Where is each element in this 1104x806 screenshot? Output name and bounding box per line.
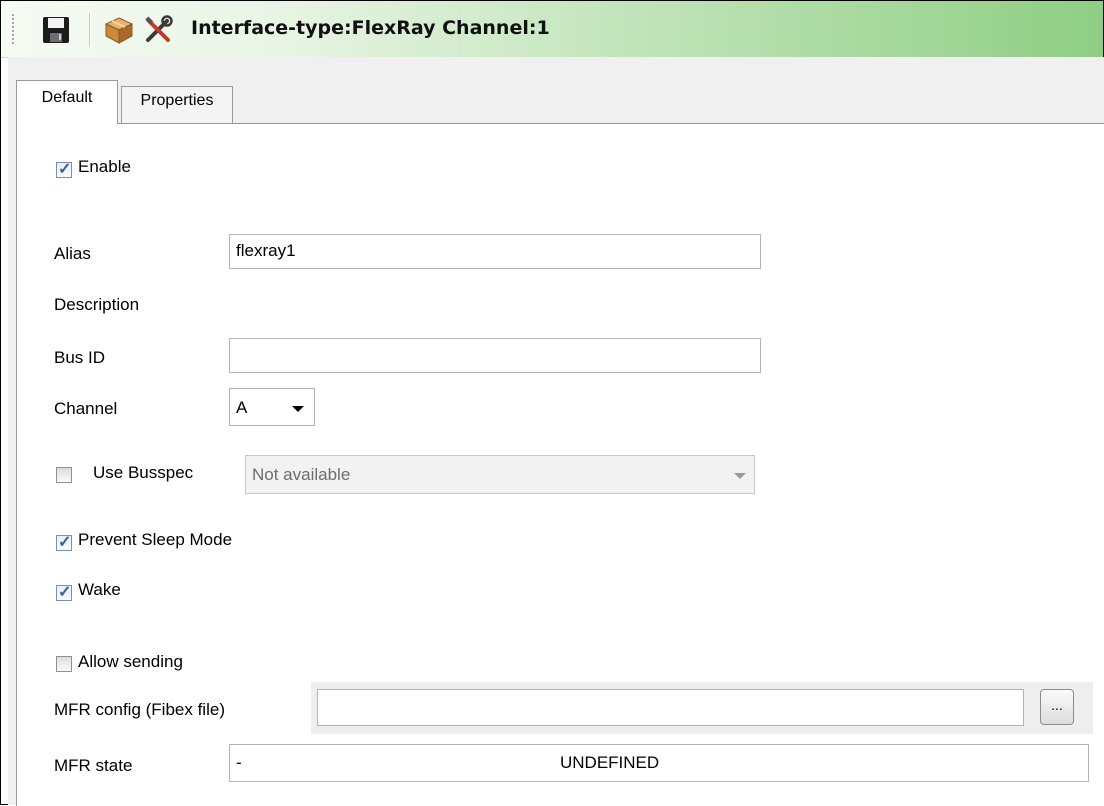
check-icon: ✓ — [58, 584, 72, 601]
use-busspec-checkbox[interactable] — [56, 467, 72, 483]
toolbar-separator — [89, 13, 90, 47]
toolbar-grip[interactable] — [11, 13, 15, 45]
use-busspec-label: Use Busspec — [93, 463, 194, 482]
prevent-sleep-label: Prevent Sleep Mode — [78, 530, 233, 549]
window-title: Interface-type:FlexRay Channel:1 — [191, 17, 550, 39]
channel-select-value: A — [236, 398, 248, 417]
toolbar: Interface-type:FlexRay Channel:1 — [1, 1, 1103, 58]
bus-id-label: Bus ID — [54, 348, 106, 367]
alias-label: Alias — [54, 244, 91, 263]
alias-input[interactable]: flexray1 — [229, 234, 761, 269]
save-icon[interactable] — [41, 15, 71, 45]
check-icon: ✓ — [58, 161, 72, 178]
bus-id-input[interactable] — [229, 338, 761, 373]
wake-checkbox[interactable]: ✓ — [56, 584, 72, 601]
wake-label: Wake — [78, 580, 121, 599]
channel-label: Channel — [54, 399, 118, 418]
browse-button[interactable]: ... — [1040, 689, 1074, 725]
busspec-select[interactable]: Not available — [245, 455, 755, 494]
enable-checkbox[interactable]: ✓ — [56, 161, 72, 178]
mfr-config-label: MFR config (Fibex file) — [54, 700, 225, 719]
prevent-sleep-checkbox[interactable]: ✓ — [56, 534, 72, 551]
allow-sending-label: Allow sending — [78, 652, 183, 671]
busspec-select-value: Not available — [252, 465, 351, 484]
mfr-state-value: UNDEFINED — [560, 753, 660, 772]
allow-sending-checkbox[interactable] — [56, 656, 72, 672]
tools-icon[interactable] — [143, 15, 173, 45]
mfr-state-dash: - — [236, 753, 242, 772]
chevron-down-icon — [734, 473, 746, 479]
mfr-config-input[interactable] — [317, 689, 1024, 726]
tab-default[interactable]: Default — [16, 80, 118, 124]
mfr-state-label: MFR state — [54, 756, 133, 775]
chevron-down-icon — [292, 406, 304, 412]
tab-properties[interactable]: Properties — [121, 86, 233, 123]
channel-select[interactable]: A — [229, 388, 315, 426]
check-icon: ✓ — [58, 534, 72, 551]
description-label: Description — [54, 295, 140, 314]
package-icon[interactable] — [104, 15, 134, 45]
mfr-state-field: - UNDEFINED — [229, 744, 1089, 782]
enable-label: Enable — [78, 157, 131, 176]
